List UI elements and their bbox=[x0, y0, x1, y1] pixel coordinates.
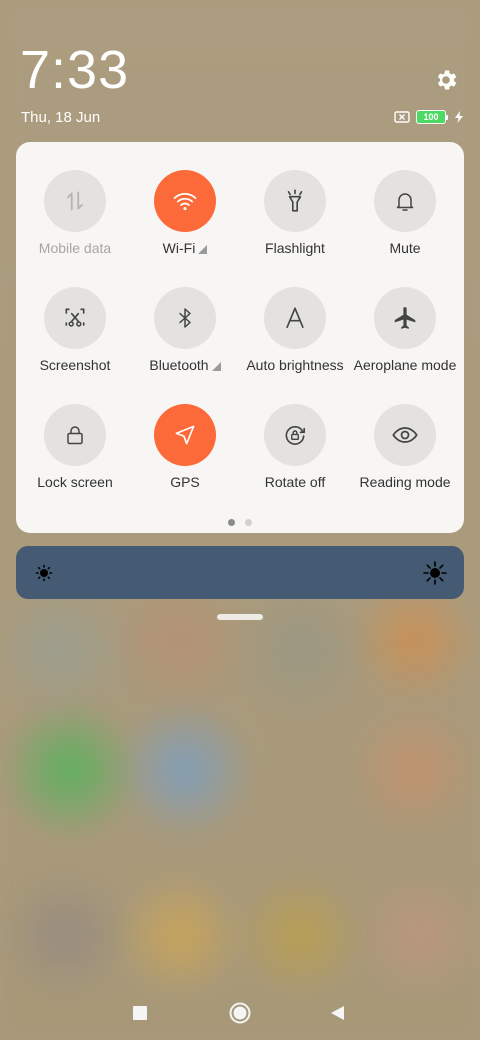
charging-bolt-icon bbox=[455, 111, 463, 123]
tile-aeroplane-mode[interactable]: Aeroplane mode bbox=[350, 287, 460, 404]
battery-level: 100 bbox=[416, 110, 446, 124]
brightness-high-icon bbox=[423, 561, 447, 585]
expand-arrow-icon[interactable] bbox=[198, 244, 208, 254]
tile-reading-mode[interactable]: Reading mode bbox=[350, 404, 460, 521]
tile-rotate-off[interactable]: Rotate off bbox=[240, 404, 350, 521]
back-icon bbox=[331, 1006, 344, 1020]
mobile-data-icon bbox=[67, 191, 83, 211]
tile-label: Mute bbox=[389, 240, 421, 256]
tile-label: Lock screen bbox=[37, 474, 113, 490]
gear-icon bbox=[437, 70, 457, 90]
tile-label: Auto brightness bbox=[246, 357, 344, 373]
battery-icon: 100 bbox=[416, 110, 448, 124]
brightness-low-icon bbox=[35, 564, 53, 582]
tile-auto-brightness-button[interactable] bbox=[264, 287, 326, 349]
tile-label: Mobile data bbox=[38, 240, 112, 256]
tile-bluetooth-button[interactable] bbox=[154, 287, 216, 349]
home-button[interactable] bbox=[225, 998, 255, 1028]
flashlight-icon bbox=[287, 189, 303, 212]
date[interactable]: Thu, 18 Jun bbox=[21, 108, 100, 128]
tile-rotate-off-button[interactable] bbox=[264, 404, 326, 466]
lock-icon bbox=[67, 426, 83, 445]
recents-button[interactable] bbox=[125, 998, 155, 1028]
bluetooth-icon bbox=[179, 308, 191, 328]
status-icons: 100 bbox=[394, 110, 464, 124]
screenshot-icon bbox=[65, 308, 85, 327]
eye-icon bbox=[392, 427, 418, 443]
tile-label: Rotate off bbox=[264, 474, 326, 490]
tile-label: GPS bbox=[170, 474, 200, 490]
aeroplane-icon bbox=[394, 307, 416, 329]
tile-label: Screenshot bbox=[39, 357, 111, 373]
drag-handle[interactable] bbox=[217, 614, 263, 620]
tile-label: Wi-Fi bbox=[163, 240, 208, 256]
tile-mute-button[interactable] bbox=[374, 170, 436, 232]
page-dot-2[interactable] bbox=[245, 519, 252, 526]
tile-flashlight-button[interactable] bbox=[264, 170, 326, 232]
tile-lock-screen[interactable]: Lock screen bbox=[20, 404, 130, 521]
brightness-slider[interactable] bbox=[16, 546, 464, 599]
page-dot-1[interactable] bbox=[228, 519, 235, 526]
tile-label: Flashlight bbox=[265, 240, 325, 256]
tile-mobile-data[interactable]: Mobile data bbox=[20, 170, 130, 287]
tile-label: Aeroplane mode bbox=[353, 357, 457, 373]
tile-auto-brightness[interactable]: Auto brightness bbox=[240, 287, 350, 404]
tile-mobile-data-button[interactable] bbox=[44, 170, 106, 232]
bell-icon bbox=[396, 193, 414, 211]
no-sim-icon bbox=[394, 111, 410, 123]
home-icon bbox=[229, 1002, 251, 1024]
tile-flashlight[interactable]: Flashlight bbox=[240, 170, 350, 287]
tile-wifi-button[interactable] bbox=[154, 170, 216, 232]
clock[interactable]: 7:33 bbox=[20, 40, 129, 100]
expand-arrow-icon[interactable] bbox=[211, 361, 221, 371]
tile-lock-screen-button[interactable] bbox=[44, 404, 106, 466]
tile-wifi[interactable]: Wi-Fi bbox=[130, 170, 240, 287]
back-button[interactable] bbox=[323, 998, 353, 1028]
auto-brightness-icon bbox=[286, 307, 304, 329]
location-icon bbox=[175, 425, 195, 445]
page-indicator bbox=[16, 519, 464, 526]
tile-screenshot-button[interactable] bbox=[44, 287, 106, 349]
tile-reading-mode-button[interactable] bbox=[374, 404, 436, 466]
navigation-bar bbox=[0, 985, 480, 1040]
tile-bluetooth[interactable]: Bluetooth bbox=[130, 287, 240, 404]
tile-screenshot[interactable]: Screenshot bbox=[20, 287, 130, 404]
wifi-icon bbox=[173, 192, 197, 211]
rotation-lock-icon bbox=[285, 425, 306, 445]
settings-button[interactable] bbox=[430, 64, 462, 96]
tile-mute[interactable]: Mute bbox=[350, 170, 460, 287]
status-area: 7:33 Thu, 18 Jun 100 bbox=[0, 0, 480, 140]
tile-gps[interactable]: GPS bbox=[130, 404, 240, 521]
tile-gps-button[interactable] bbox=[154, 404, 216, 466]
quick-settings-grid: Mobile data Wi-Fi Flashlight Mute Screen… bbox=[16, 170, 464, 521]
tile-aeroplane-mode-button[interactable] bbox=[374, 287, 436, 349]
tile-label: Reading mode bbox=[359, 474, 451, 490]
tile-label: Bluetooth bbox=[149, 357, 221, 373]
quick-settings-panel: Mobile data Wi-Fi Flashlight Mute Screen… bbox=[16, 142, 464, 533]
recents-icon bbox=[133, 1006, 147, 1020]
